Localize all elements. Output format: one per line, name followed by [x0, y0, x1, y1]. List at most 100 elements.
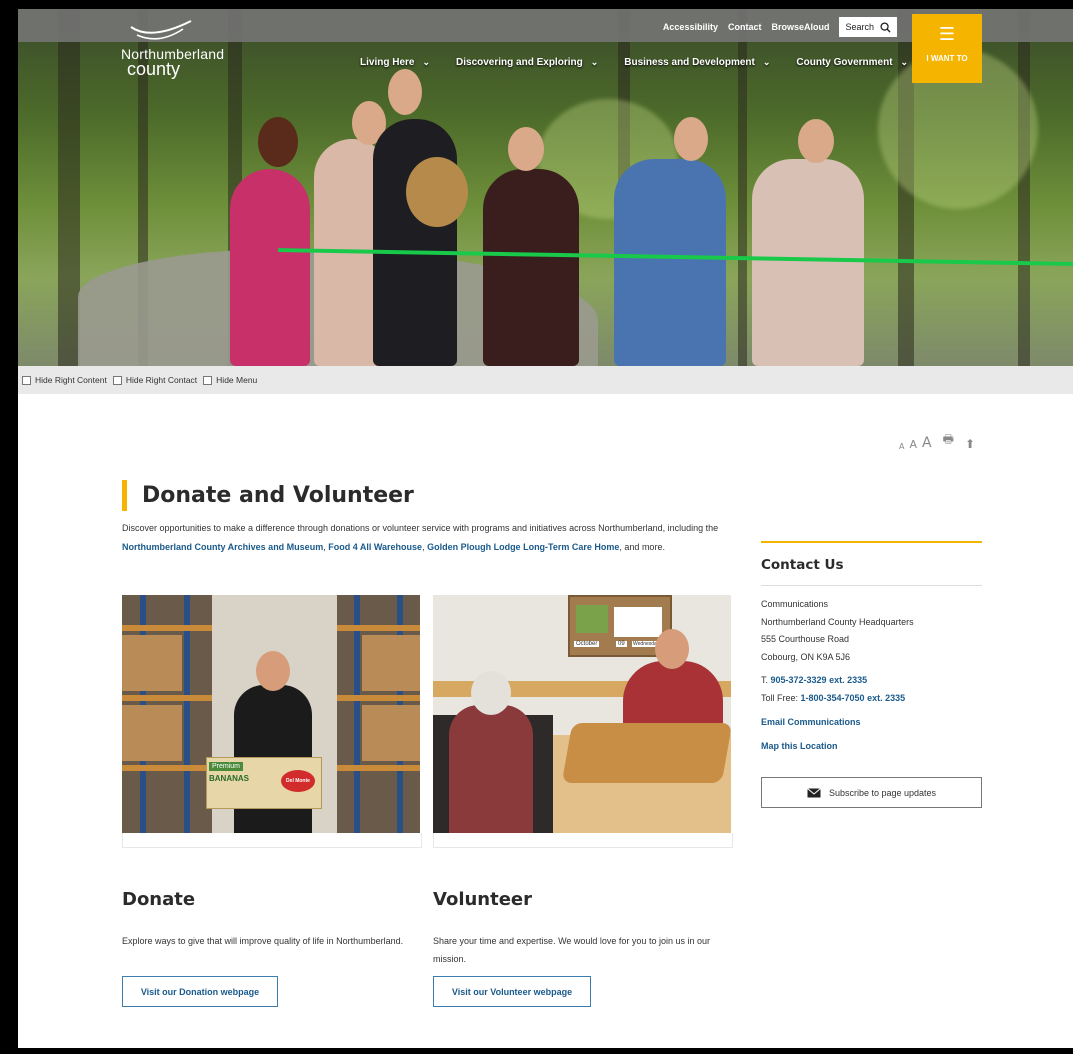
shelf-beam: [337, 625, 420, 631]
checkbox[interactable]: [203, 375, 213, 385]
person-head: [674, 117, 708, 161]
utility-nav: Accessibility Contact BrowseAloud Search: [663, 17, 897, 37]
chevron-down-icon: ⌄: [900, 57, 909, 67]
search-label: Search: [845, 22, 874, 32]
crokinole-board: [561, 723, 731, 783]
page-title: Donate and Volunteer: [142, 483, 414, 508]
box-stack: [362, 635, 420, 691]
phone-link[interactable]: 905-372-3329 ext. 2335: [771, 675, 868, 685]
person: [230, 169, 310, 366]
toggle-hide-right-contact[interactable]: Hide Right Contact: [112, 375, 198, 385]
tollfree-link[interactable]: 1-800-354-7050 ext. 2335: [801, 693, 906, 703]
toggle-label: Hide Right Content: [35, 375, 107, 385]
nav-label: County Government: [796, 57, 893, 68]
calendar-day: 09: [616, 641, 627, 647]
person-head: [388, 69, 422, 115]
box-label-bananas: BANANAS: [209, 774, 249, 783]
shelf-beam: [337, 765, 420, 771]
person: [752, 159, 864, 366]
person-head: [256, 651, 290, 691]
poster: [576, 605, 608, 633]
i-want-to-button[interactable]: ☰ I WANT TO: [912, 14, 982, 83]
nav-label: Discovering and Exploring: [456, 57, 583, 68]
person: [614, 159, 726, 366]
print-icon[interactable]: 🖶: [943, 430, 954, 451]
volunteer-webpage-button[interactable]: Visit our Volunteer webpage: [433, 976, 591, 1007]
nav-discovering[interactable]: Discovering and Exploring ⌄: [456, 57, 598, 68]
calendar-month: October: [574, 641, 600, 647]
nav-business[interactable]: Business and Development ⌄: [624, 57, 770, 68]
contact-street: 555 Courthouse Road: [761, 634, 850, 644]
contact-link[interactable]: Contact: [728, 22, 762, 32]
donation-webpage-button[interactable]: Visit our Donation webpage: [122, 976, 278, 1007]
hero-image: Accessibility Contact BrowseAloud Search…: [18, 9, 1073, 366]
checkbox[interactable]: [112, 375, 122, 385]
tollfree-prefix: Toll Free:: [761, 692, 801, 703]
contact-phones: T. 905-372-3329 ext. 2335 Toll Free: 1-8…: [761, 672, 982, 707]
subscribe-button[interactable]: Subscribe to page updates: [761, 777, 982, 808]
i-want-to-label: I WANT TO: [926, 54, 968, 63]
contact-address: Communications Northumberland County Hea…: [761, 596, 982, 666]
toggle-hide-menu[interactable]: Hide Menu: [203, 375, 257, 385]
nav-government[interactable]: County Government ⌄: [796, 57, 908, 68]
volunteer-text: Share your time and expertise. We would …: [433, 936, 710, 964]
font-size-medium-button[interactable]: A: [910, 438, 918, 451]
food4all-link[interactable]: Food 4 All Warehouse: [328, 542, 422, 552]
sidebar-accent-rule: [761, 541, 982, 543]
contact-sidebar: Contact Us Communications Northumberland…: [761, 541, 982, 808]
toggle-hide-right-content[interactable]: Hide Right Content: [22, 375, 107, 385]
hand-drum: [406, 157, 468, 227]
share-icon[interactable]: ⬆: [965, 437, 975, 451]
toggle-label: Hide Right Contact: [125, 375, 198, 385]
box-label-premium: Premium: [209, 762, 244, 771]
intro-text: Discover opportunities to make a differe…: [122, 523, 719, 533]
donate-heading: Donate: [122, 889, 196, 910]
nav-living-here[interactable]: Living Here ⌄: [360, 57, 430, 68]
envelope-icon: [807, 787, 821, 797]
contact-heading: Contact Us: [761, 557, 844, 573]
person: [373, 119, 457, 366]
logo-swoosh-icon: [130, 20, 192, 40]
box-stack: [122, 705, 182, 761]
person-head: [655, 629, 689, 669]
county-logo[interactable]: Northumberland county: [121, 19, 224, 79]
browsealoud-link[interactable]: BrowseAloud: [771, 22, 829, 32]
volunteer-heading: Volunteer: [433, 889, 533, 910]
golden-plough-link[interactable]: Golden Plough Lodge Long-Term Care Home: [427, 542, 619, 552]
divider: [761, 585, 982, 586]
phone-prefix: T.: [761, 675, 771, 685]
seniors-activity-photo: October 09 Wednesday: [433, 595, 731, 833]
search-icon: [880, 21, 891, 33]
browser-frame: Accessibility Contact BrowseAloud Search…: [18, 9, 1073, 1048]
box-stack: [122, 635, 182, 691]
email-communications-link[interactable]: Email Communications: [761, 717, 982, 727]
font-size-large-button[interactable]: A: [922, 435, 932, 451]
nav-label: Living Here: [360, 57, 415, 68]
shelf-beam: [122, 765, 212, 771]
font-size-small-button[interactable]: A: [899, 442, 904, 451]
main-nav: Living Here ⌄ Discovering and Exploring ⌄ …: [360, 57, 934, 68]
search-button[interactable]: Search: [839, 17, 897, 37]
person-head: [471, 671, 511, 715]
logo-text-line2: county: [127, 59, 181, 79]
tree-trunk: [1018, 9, 1030, 366]
page-tools: A A A 🖶 ⬆: [899, 430, 975, 451]
shelf-beam: [337, 695, 420, 701]
map-location-link[interactable]: Map this Location: [761, 741, 982, 751]
person-head: [508, 127, 544, 171]
title-accent-bar: [122, 480, 127, 511]
nav-label: Business and Development: [624, 57, 755, 68]
card-footer: [433, 833, 733, 848]
card-footer: [122, 833, 422, 848]
chevron-down-icon: ⌄: [762, 57, 771, 67]
person-head: [258, 117, 298, 167]
contact-org: Northumberland County Headquarters: [761, 616, 914, 627]
checkbox[interactable]: [22, 375, 31, 385]
box-stack: [362, 705, 420, 761]
page-title-block: Donate and Volunteer: [122, 480, 414, 511]
shelf-beam: [122, 625, 212, 631]
accessibility-link[interactable]: Accessibility: [663, 22, 718, 32]
chevron-down-icon: ⌄: [422, 57, 431, 67]
archives-link[interactable]: Northumberland County Archives and Museu…: [122, 542, 323, 552]
contact-city: Cobourg, ON K9A 5J6: [761, 651, 851, 662]
